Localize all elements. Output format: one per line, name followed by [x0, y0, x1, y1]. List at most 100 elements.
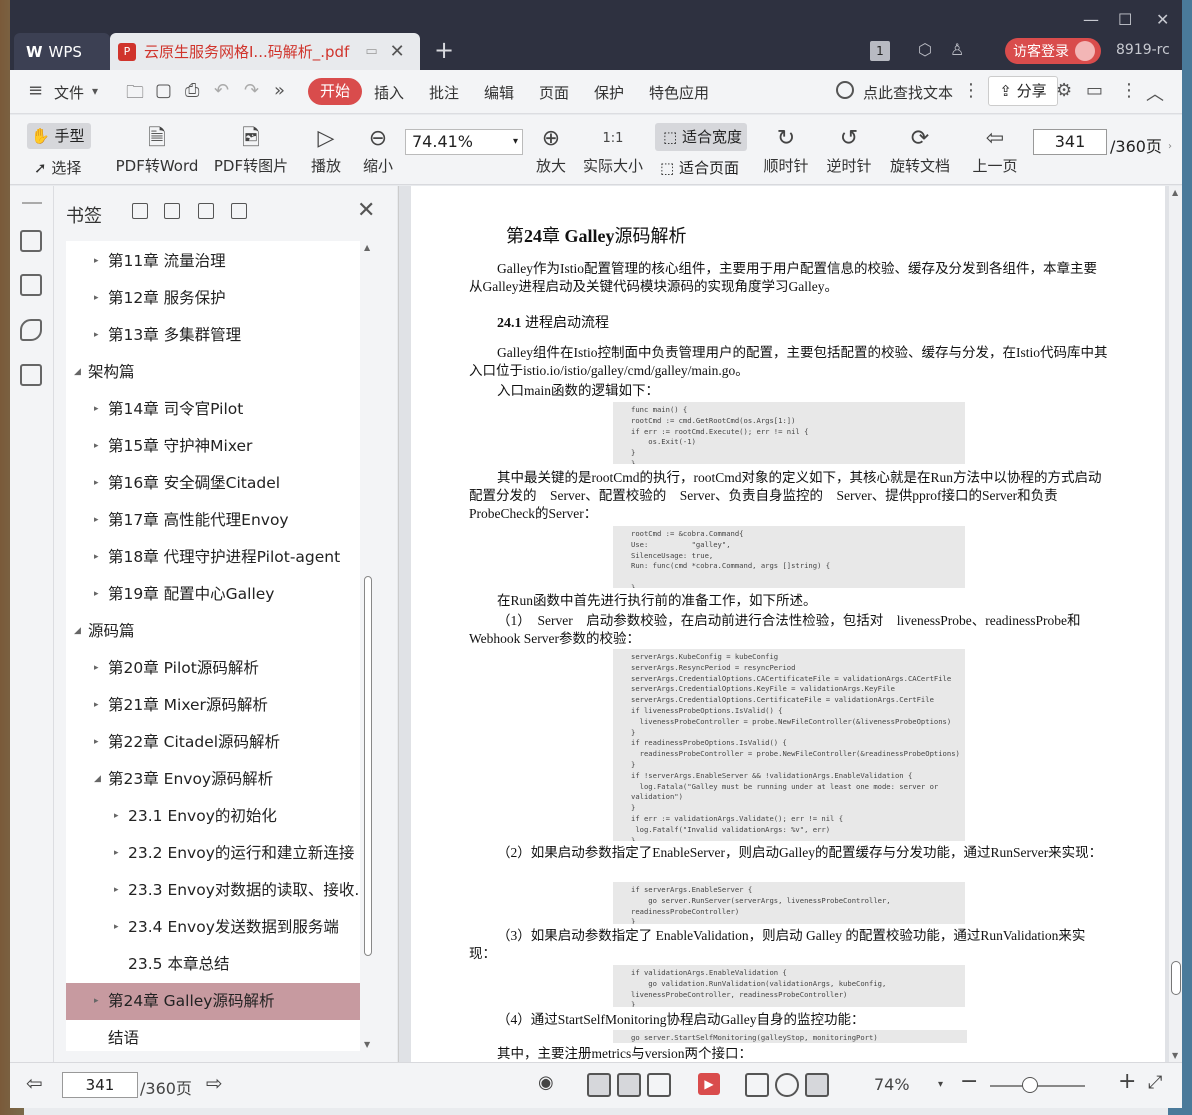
new-tab-icon[interactable]: +	[434, 36, 454, 64]
actual-size-button[interactable]: 1:1 实际大小	[581, 123, 645, 176]
menu-protect[interactable]: 保护	[594, 82, 624, 103]
scroll-up-icon[interactable]: ▲	[1172, 188, 1178, 197]
bookmark-item[interactable]: ◢ 源码篇	[66, 613, 360, 650]
bookmark-item[interactable]: ◢ 架构篇	[66, 354, 360, 391]
open-folder-icon[interactable]: 🗀	[126, 80, 144, 110]
bookmark-item[interactable]: 23.5 本章总结	[66, 946, 360, 983]
expand-arrow-icon[interactable]: ▸	[114, 872, 119, 909]
expand-arrow-icon[interactable]: ▸	[94, 243, 99, 280]
print-icon[interactable]: ⎙	[185, 80, 199, 101]
zoom-out-button[interactable]: ⊖ 缩小	[360, 123, 396, 176]
bookmark-item[interactable]: ◢ 第23章 Envoy源码解析	[66, 761, 360, 798]
page-count-badge[interactable]: 1	[870, 41, 890, 61]
zoom-select[interactable]: 74.41% ▾	[405, 129, 523, 155]
more-icon[interactable]: »	[274, 80, 285, 101]
expand-all-icon[interactable]	[132, 203, 148, 219]
zoom-slider-knob[interactable]	[1022, 1077, 1038, 1093]
select-tool-button[interactable]: ➚ 选择	[34, 157, 81, 178]
menu-insert[interactable]: 插入	[374, 82, 404, 103]
hexagon-icon[interactable]: ⬡	[918, 40, 932, 59]
expand-arrow-icon[interactable]: ▸	[114, 909, 119, 946]
play-button[interactable]: ▷ 播放	[308, 123, 344, 176]
menu-file[interactable]: 文件	[54, 82, 84, 103]
share-button[interactable]: ⇪ 分享	[988, 76, 1058, 106]
bookmark-item[interactable]: ▸ 第20章 Pilot源码解析	[66, 650, 360, 687]
minimize-icon[interactable]: —	[1083, 10, 1099, 29]
maximize-icon[interactable]: ☐	[1118, 10, 1132, 29]
scroll-down-icon[interactable]: ▼	[1172, 1051, 1178, 1060]
menu-edit[interactable]: 编辑	[484, 82, 514, 103]
expand-arrow-icon[interactable]: ▸	[114, 835, 119, 872]
bookmark-item[interactable]: ▸ 第21章 Mixer源码解析	[66, 687, 360, 724]
arrow-right-icon[interactable]: ⇨	[206, 1071, 223, 1095]
comment-icon[interactable]: ▭	[1086, 80, 1103, 101]
expand-arrow-icon[interactable]: ▸	[94, 687, 99, 724]
collapse-arrow-icon[interactable]: ◢	[74, 354, 81, 391]
status-zoom[interactable]: 74%	[874, 1075, 910, 1094]
expand-arrow-icon[interactable]: ▸	[94, 428, 99, 465]
status-page-input[interactable]: 341	[62, 1072, 138, 1098]
expand-arrow-icon[interactable]: ▸	[94, 391, 99, 428]
expand-arrow-icon[interactable]: ▸	[94, 280, 99, 317]
chevron-right-icon[interactable]: ›	[1168, 141, 1172, 152]
previous-page-button[interactable]: ⇦ 上一页	[970, 123, 1020, 176]
expand-arrow-icon[interactable]: ▸	[114, 798, 119, 835]
bookmark-item[interactable]: ▸ 23.2 Envoy的运行和建立新连接	[66, 835, 360, 872]
fullscreen-icon[interactable]: ⤢	[1148, 1072, 1162, 1093]
redo-icon[interactable]: ↷	[244, 80, 259, 101]
expand-arrow-icon[interactable]: ▸	[94, 539, 99, 576]
bookmark-item[interactable]: ▸ 第13章 多集群管理	[66, 317, 360, 354]
shirt-icon[interactable]: ♙	[950, 40, 964, 59]
bookmark-item[interactable]: ▸ 第16章 安全碉堡Citadel	[66, 465, 360, 502]
zoom-in-button[interactable]: ⊕ 放大	[533, 123, 569, 176]
scroll-up-icon[interactable]: ▲	[364, 243, 370, 252]
rotate-clockwise-button[interactable]: ↻ 顺时针	[762, 123, 810, 176]
expand-arrow-icon[interactable]: ▸	[94, 502, 99, 539]
page-number-input[interactable]: 341	[1033, 129, 1107, 155]
rotate-document-button[interactable]: ⟳ 旋转文档	[888, 123, 952, 176]
menu-page[interactable]: 页面	[539, 82, 569, 103]
bookmark-item[interactable]: ▸ 23.3 Envoy对数据的读取、接收...	[66, 872, 360, 909]
bookmark-item[interactable]: ▸ 23.1 Envoy的初始化	[66, 798, 360, 835]
outline-icon[interactable]	[20, 230, 42, 252]
bookmark-scroll-thumb[interactable]	[364, 576, 372, 956]
fit-width-icon[interactable]	[805, 1073, 829, 1097]
tab-wps-home[interactable]: W WPS	[14, 33, 110, 70]
chevron-down-icon[interactable]: ▾	[92, 84, 98, 98]
add-bookmark-icon[interactable]	[198, 203, 214, 219]
bookmark-item[interactable]: ▸ 第22章 Citadel源码解析	[66, 724, 360, 761]
bookmark-item[interactable]: ▸ 23.4 Envoy发送数据到服务端	[66, 909, 360, 946]
hamburger-icon[interactable]: ≡	[28, 80, 43, 101]
pdf-to-word-button[interactable]: 🗎 PDF转Word	[114, 123, 200, 176]
collapse-all-icon[interactable]	[164, 203, 180, 219]
expand-arrow-icon[interactable]: ▸	[94, 576, 99, 613]
bookmark-item[interactable]: ▸ 第11章 流量治理	[66, 243, 360, 280]
continuous-page-icon[interactable]	[587, 1073, 611, 1097]
pdf-to-image-button[interactable]: 🖻 PDF转图片	[213, 123, 289, 176]
annotation-icon[interactable]	[20, 319, 42, 341]
bookmark-item[interactable]: ▸ 第15章 守护神Mixer	[66, 428, 360, 465]
document-scroll-thumb[interactable]	[1171, 961, 1181, 995]
menu-special[interactable]: 特色应用	[649, 82, 709, 103]
bookmark-item[interactable]: ▸ 第14章 司令官Pilot	[66, 391, 360, 428]
guest-login-button[interactable]: 访客登录	[1005, 38, 1101, 64]
rotate-counterclockwise-button[interactable]: ↺ 逆时针	[825, 123, 873, 176]
bookmark-item[interactable]: ▸ 第12章 服务保护	[66, 280, 360, 317]
search-text-button[interactable]: 点此查找文本	[863, 82, 953, 103]
menu-start[interactable]: 开始	[308, 78, 362, 105]
arrow-left-icon[interactable]: ⇦	[26, 1071, 43, 1095]
collapse-arrow-icon[interactable]: ◢	[74, 613, 81, 650]
zoom-in-icon[interactable]: +	[1118, 1069, 1136, 1094]
fit-page-button[interactable]: ⬚ 适合页面	[660, 157, 739, 178]
bookmark-item[interactable]: ▸ 第24章 Galley源码解析	[66, 983, 360, 1020]
save-icon[interactable]: ▢	[155, 80, 172, 101]
two-page-icon[interactable]	[647, 1073, 671, 1097]
expand-arrow-icon[interactable]: ▸	[94, 724, 99, 761]
collapse-ribbon-icon[interactable]: ︿	[1146, 80, 1164, 106]
close-window-icon[interactable]: ✕	[1156, 10, 1169, 29]
bookmark-item[interactable]: ▸ 第18章 代理守护进程Pilot-agent	[66, 539, 360, 576]
bookmark-item[interactable]: 结语	[66, 1020, 360, 1051]
single-page-icon[interactable]	[617, 1073, 641, 1097]
bookmark-scrollbar[interactable]: ▲ ▼	[361, 241, 375, 1051]
bookmark-icon[interactable]	[231, 203, 247, 219]
